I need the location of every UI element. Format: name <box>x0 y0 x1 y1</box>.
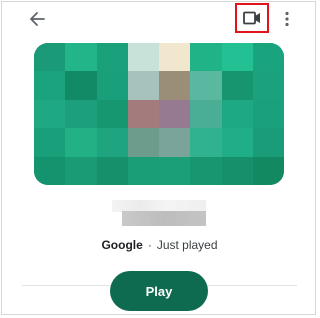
pixelated-preview <box>34 43 284 185</box>
media-status: Just played <box>156 238 218 252</box>
blurred-title <box>112 200 206 226</box>
video-call-button[interactable] <box>235 3 269 33</box>
media-source: Google <box>101 238 143 252</box>
play-button[interactable]: Play <box>110 271 208 311</box>
video-camera-icon <box>243 11 260 25</box>
media-meta: Google · Just played <box>0 238 319 252</box>
meta-separator: · <box>147 238 152 252</box>
more-vertical-icon <box>285 11 289 27</box>
media-thumbnail[interactable] <box>34 43 284 185</box>
arrow-left-icon <box>30 12 45 26</box>
more-options-button[interactable] <box>279 8 295 30</box>
back-button[interactable] <box>26 8 48 30</box>
